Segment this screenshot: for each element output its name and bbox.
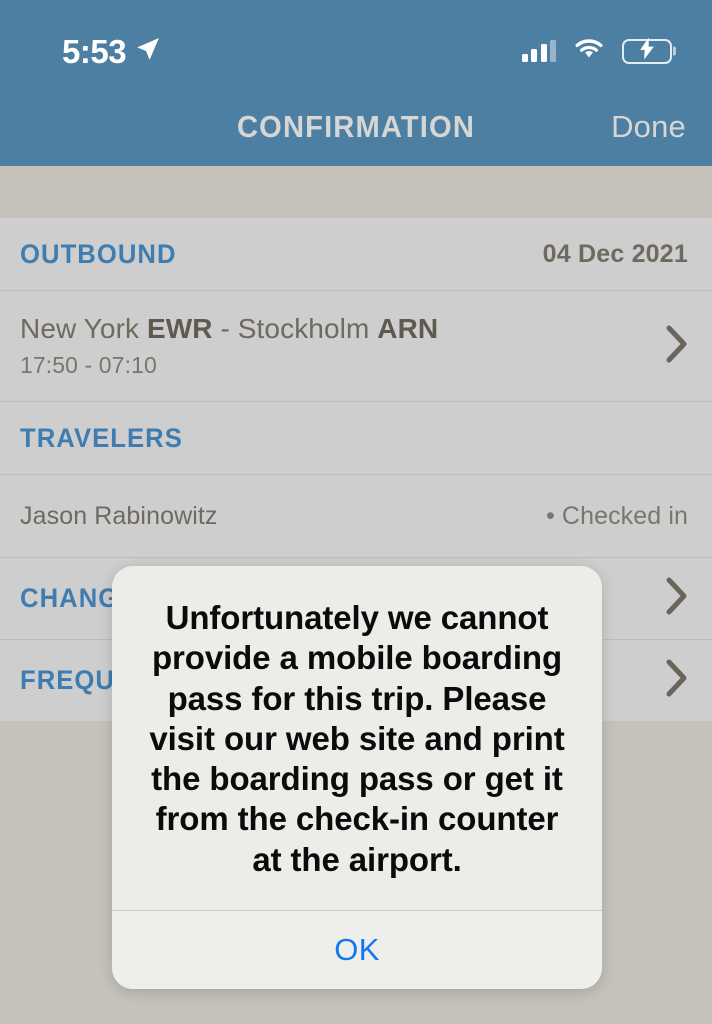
app-screen: 5:53 CONFIRMATION Done OUTBOUND 04 Dec 2… (0, 0, 712, 1024)
modal-overlay: Unfortunately we cannot provide a mobile… (0, 0, 712, 1024)
alert-ok-button[interactable]: OK (112, 910, 602, 989)
alert-dialog: Unfortunately we cannot provide a mobile… (112, 566, 602, 989)
alert-message: Unfortunately we cannot provide a mobile… (149, 599, 565, 878)
alert-body: Unfortunately we cannot provide a mobile… (112, 566, 602, 910)
